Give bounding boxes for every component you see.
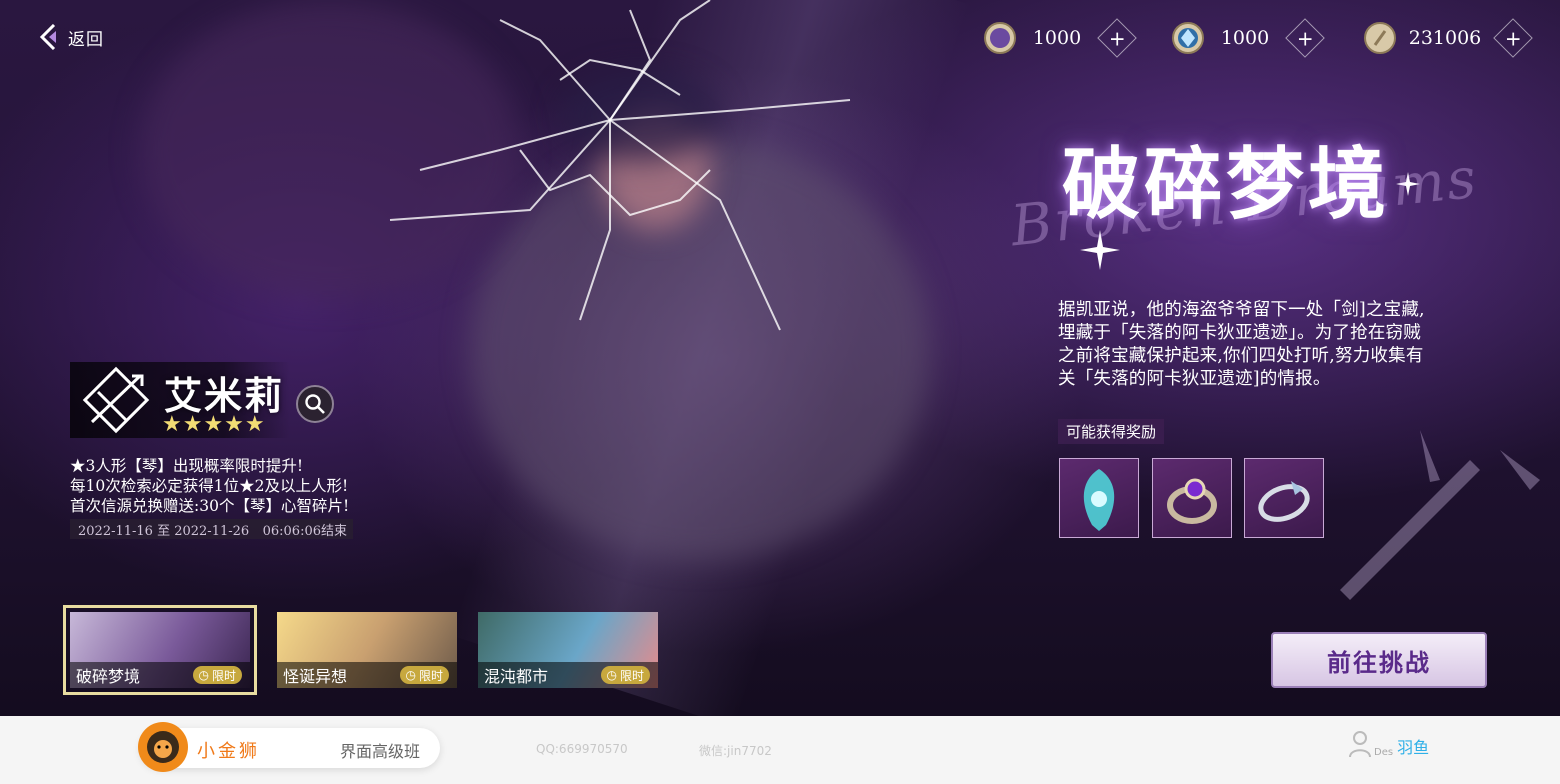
plus-icon: + [1296, 25, 1314, 50]
tab-name: 破碎梦境 [76, 667, 141, 686]
clock-icon: ◷ [198, 668, 209, 682]
tab-label-bar: 混沌都市 ◷ 限时 [478, 662, 658, 688]
currency-gold: 231006 + [1363, 18, 1533, 58]
footer: 小金狮 界面高级班 QQ:669970570 微信:jin7702 Des 羽鱼 [0, 716, 1560, 784]
period-countdown: 06:06:06结束 [262, 523, 347, 539]
tab-grotesque-fantasy[interactable]: 怪诞异想 ◷ 限时 [277, 612, 457, 688]
gold-coin-icon [1364, 22, 1396, 54]
challenge-button[interactable]: 前往挑战 [1271, 632, 1487, 688]
feature-line: 首次信源兑换赠送:30个【琴】心智碎片! [70, 497, 350, 515]
clock-icon: ◷ [606, 668, 617, 682]
tab-chaos-city[interactable]: 混沌都市 ◷ 限时 [478, 612, 658, 688]
back-chevron-icon [39, 24, 56, 50]
moon-coin-icon [984, 22, 1016, 54]
shattered-glass-effect [389, 0, 851, 331]
limited-badge: ◷ 限时 [192, 666, 242, 684]
tab-name: 混沌都市 [484, 667, 549, 686]
plus-icon: + [1504, 25, 1522, 50]
plus-icon: + [1108, 25, 1126, 50]
reward-item[interactable] [1059, 458, 1139, 538]
add-currency-button[interactable]: + [1285, 18, 1325, 58]
course-name: 界面高级班 [340, 742, 421, 761]
banner-features: ★3人形【琴】出现概率限时提升! 每10次检索必定获得1位★2及以上人形! 首次… [70, 456, 349, 516]
event-period: 2022-11-16 至 2022-11-26 06:06:06结束 [70, 519, 353, 539]
silver-ring-icon [1258, 481, 1310, 522]
tab-label-bar: 怪诞异想 ◷ 限时 [277, 662, 457, 688]
tab-broken-dreams[interactable]: 破碎梦境 ◷ 限时 [63, 605, 257, 695]
reward-item[interactable] [1152, 458, 1232, 538]
reward-item[interactable] [1244, 458, 1324, 538]
lion-logo-icon [138, 722, 188, 772]
banner-title-main: 破碎梦境 [1062, 139, 1391, 230]
clock-icon: ◷ [405, 668, 416, 682]
author-prefix: Des [1374, 747, 1394, 758]
amethyst-ring-icon [1167, 478, 1217, 524]
brand-name: 小金狮 [197, 741, 260, 762]
limited-badge: ◷ 限时 [600, 666, 650, 684]
currency-crystal: 1000 + [1171, 18, 1325, 58]
limited-badge: ◷ 限时 [399, 666, 449, 684]
clock-hands-decor [1340, 430, 1540, 600]
banner-description: 据凯亚说，他的海盗爷爷留下一处「剑]之宝藏,埋藏于「失落的阿卡狄亚遗迹」。为了抢… [1058, 300, 1425, 389]
currency-value: 231006 [1408, 27, 1482, 49]
add-currency-button[interactable]: + [1493, 18, 1533, 58]
tab-name: 怪诞异想 [283, 667, 348, 686]
back-button[interactable]: 返回 [38, 24, 104, 50]
rewards-label: 可能获得奖励 [1058, 419, 1165, 444]
tab-label-bar: 破碎梦境 ◷ 限时 [70, 662, 250, 688]
search-icon [305, 394, 325, 414]
feature-line: ★3人形【琴】出现概率限时提升! [70, 457, 304, 475]
qq-contact: QQ:669970570 [536, 742, 628, 756]
class-sword-icon [82, 366, 150, 434]
author-name: 羽鱼 [1397, 738, 1430, 757]
feature-line: 每10次检索必定获得1位★2及以上人形! [70, 477, 349, 495]
back-label: 返回 [68, 29, 104, 50]
user-icon [1349, 731, 1371, 758]
challenge-label: 前往挑战 [1327, 647, 1431, 677]
author-credit: Des 羽鱼 [1348, 730, 1429, 758]
crystal-coin-icon [1172, 22, 1204, 54]
add-currency-button[interactable]: + [1097, 18, 1137, 58]
character-detail-button[interactable] [296, 385, 334, 423]
wechat-contact: 微信:jin7702 [699, 744, 772, 758]
currency-value: 1000 [1032, 27, 1082, 49]
currency-moon: 1000 + [983, 18, 1137, 58]
period-dates: 2022-11-16 至 2022-11-26 [78, 523, 250, 539]
feather-gem-icon [1083, 469, 1115, 531]
currency-value: 1000 [1220, 27, 1270, 49]
character-rarity-stars: ★★★★★ [162, 412, 266, 437]
banner-title: Broken Dreams 破碎梦境 [990, 110, 1481, 290]
